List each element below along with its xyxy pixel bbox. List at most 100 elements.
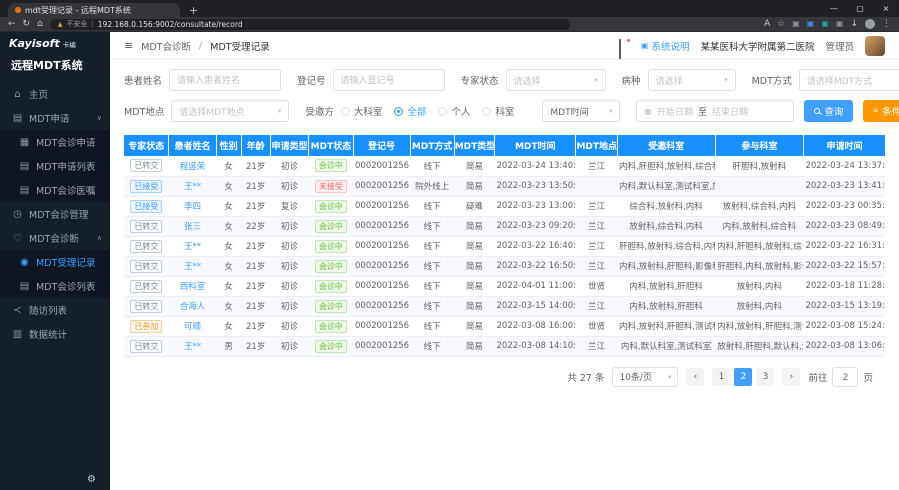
invited-radio[interactable]: 大科室 — [341, 104, 383, 118]
page-button-2[interactable]: 2 — [734, 368, 752, 386]
goto-page-input[interactable] — [832, 367, 858, 387]
browser-tab[interactable]: mdt受理记录 - 远程MDT系统 — [8, 3, 180, 17]
table-cell: 简易 — [454, 336, 494, 356]
extension-icon[interactable]: ▣ — [792, 20, 800, 28]
mdt-time-select[interactable]: MDT时间 ▾ — [542, 100, 620, 122]
address-bar[interactable]: ▲ 不安全 | 192.168.0.156:9002/consultate/re… — [50, 19, 570, 30]
gear-icon[interactable]: ⚙ — [87, 474, 96, 485]
search-button[interactable]: 查询 — [804, 100, 853, 122]
reg-no-input[interactable] — [333, 69, 445, 91]
sidebar-item[interactable]: ▤MDT申请列表 — [0, 154, 110, 178]
maximize-button[interactable]: ▢ — [847, 0, 873, 17]
table-cell: 女 — [216, 256, 241, 276]
table-cell: 2022-03-08 14:10:00 — [495, 336, 576, 356]
back-icon[interactable]: ← — [8, 20, 16, 29]
column-header: 登记号 — [353, 135, 410, 156]
extension-icon[interactable]: ▣ — [836, 20, 844, 28]
expert-status-select[interactable]: 请选择 ▾ — [506, 69, 606, 91]
sidebar-item[interactable]: ▤MDT会诊医嘱 — [0, 178, 110, 202]
patient-name-link[interactable]: 张三 — [184, 222, 201, 232]
disease-select[interactable]: 请选择 ▾ — [648, 69, 736, 91]
patient-name-input[interactable] — [169, 69, 281, 91]
sidebar-item[interactable]: ♡MDT会诊断∧ — [0, 226, 110, 250]
extension-icon[interactable]: ▣ — [821, 20, 829, 28]
table-row: 已转交王**女21岁初诊会诊中0002001256线下简易2022-03-22 … — [124, 256, 885, 276]
chevron-down-icon: ▾ — [594, 76, 598, 84]
mdt-place-label: MDT地点 — [124, 104, 164, 118]
mdt-mode-select[interactable]: 请选择MDT方式 ▾ — [799, 69, 899, 91]
system-note-link[interactable]: ▣ 系统说明 — [641, 39, 690, 53]
new-tab-button[interactable]: + — [189, 5, 198, 16]
home-icon[interactable]: ⌂ — [37, 20, 43, 29]
table-row: 已转交张三女22岁初诊会诊中0002001256线下简易2022-03-23 0… — [124, 216, 885, 236]
mdt-mode-label: MDT方式 — [752, 73, 792, 87]
sidebar-item[interactable]: ▤MDT会诊列表 — [0, 274, 110, 298]
close-button[interactable]: × — [873, 0, 899, 17]
table-cell: 肝胆科,内科,放射科,影像科 — [715, 256, 803, 276]
patient-name-link[interactable]: 程竖荣 — [180, 162, 206, 172]
mdt-place-select[interactable]: 请选择MDT地点 ▾ — [171, 100, 289, 122]
sidebar-item[interactable]: ▥数据统计 — [0, 322, 110, 346]
invited-radio[interactable]: 科室 — [482, 104, 514, 118]
browser-profile-avatar[interactable] — [865, 19, 875, 29]
collapse-sidebar-icon[interactable]: ≡ — [124, 39, 133, 52]
table-cell: 女 — [216, 196, 241, 216]
column-header: 年龄 — [241, 135, 270, 156]
invited-radio[interactable]: 全部 — [394, 104, 426, 118]
sidebar-item-label: MDT会诊列表 — [36, 279, 95, 293]
sidebar-item[interactable]: ≺随访列表 — [0, 298, 110, 322]
sidebar-item-label: 主页 — [29, 87, 48, 101]
patient-name-link[interactable]: 王** — [184, 262, 201, 272]
patient-name-link[interactable]: 李四 — [184, 202, 201, 212]
condition-config-button[interactable]: ≡ 条件配置 — [863, 100, 899, 122]
table-cell: 内科,放射科,肝胆科,测试科室 — [617, 316, 715, 336]
page-size-select[interactable]: 10条/页 ▾ — [612, 367, 678, 387]
table-cell: 线下 — [410, 156, 454, 176]
patient-name-link[interactable]: 王** — [184, 242, 201, 252]
page-button-3[interactable]: 3 — [756, 368, 774, 386]
topbar: ≡ MDT会诊断 / MDT受理记录 ▣ 系统说明 某某医科大学附属第二医院 管 — [110, 32, 899, 60]
security-label[interactable]: 不安全 — [66, 19, 87, 29]
prev-page-button[interactable]: ‹ — [686, 368, 704, 386]
patient-name-link[interactable]: 合海人 — [180, 302, 206, 312]
table-cell: 2022-03-15 14:00:00 — [495, 296, 576, 316]
table-cell: 简易 — [454, 236, 494, 256]
browser-menu-icon[interactable]: ⋮ — [882, 20, 891, 29]
page-button-1[interactable]: 1 — [712, 368, 730, 386]
app: Kayisoft 卡编 远程MDT系统 ⌂主页▤MDT申请∨▦MDT会诊申请▤M… — [0, 32, 899, 490]
table-cell: 内科,默认科室,测试科室 — [617, 336, 715, 356]
browser-toolbar: ← ↻ ⌂ ▲ 不安全 | 192.168.0.156:9002/consult… — [0, 17, 899, 32]
table-cell: 已转交 — [124, 156, 169, 176]
sidebar-item[interactable]: ▦MDT会诊申请 — [0, 130, 110, 154]
bookmark-star-icon[interactable]: ☆ — [777, 20, 785, 29]
table-cell: 李四 — [169, 196, 216, 216]
patient-name-link[interactable]: 王** — [184, 182, 201, 192]
reload-icon[interactable]: ↻ — [23, 20, 31, 29]
sidebar-item[interactable]: ▤MDT申请∨ — [0, 106, 110, 130]
download-icon[interactable]: ↓ — [850, 20, 858, 29]
date-range-picker[interactable]: ▦ 开始日期 至 结束日期 — [636, 100, 794, 122]
translate-icon[interactable]: A — [764, 20, 770, 29]
minimize-button[interactable]: — — [821, 0, 847, 17]
invited-radio-group: 大科室全部个人科室 — [341, 104, 527, 118]
patient-name-link[interactable]: 西科室 — [180, 282, 206, 292]
invited-radio[interactable]: 个人 — [438, 104, 470, 118]
sidebar-item[interactable]: ◷MDT会诊管理 — [0, 202, 110, 226]
next-page-button[interactable]: › — [782, 368, 800, 386]
breadcrumb-parent[interactable]: MDT会诊断 — [141, 39, 191, 53]
logo-badge: 卡编 — [63, 39, 76, 49]
patient-name-link[interactable]: 王** — [184, 342, 201, 352]
patient-name-link[interactable]: 可顺 — [184, 322, 201, 332]
mdt-mode-filter: MDT方式 请选择MDT方式 ▾ — [752, 69, 899, 91]
chart-icon: ▥ — [12, 329, 23, 340]
column-header: 性别 — [216, 135, 241, 156]
table-cell: 2022-03-24 13:40:00 — [495, 156, 576, 176]
table-cell: 已转交 — [124, 276, 169, 296]
sidebar-item-active[interactable]: ◉MDT受理记录 — [0, 250, 110, 274]
sidebar-item[interactable]: ⌂主页 — [0, 82, 110, 106]
table-row: 已接受李四女21岁复诊会诊中0002001256线下疑难2022-03-23 1… — [124, 196, 885, 216]
extension-icon[interactable]: ▣ — [807, 20, 815, 28]
user-avatar[interactable] — [865, 36, 885, 56]
notification-bell-icon[interactable] — [619, 40, 630, 51]
column-header: 申请时间 — [803, 135, 885, 156]
